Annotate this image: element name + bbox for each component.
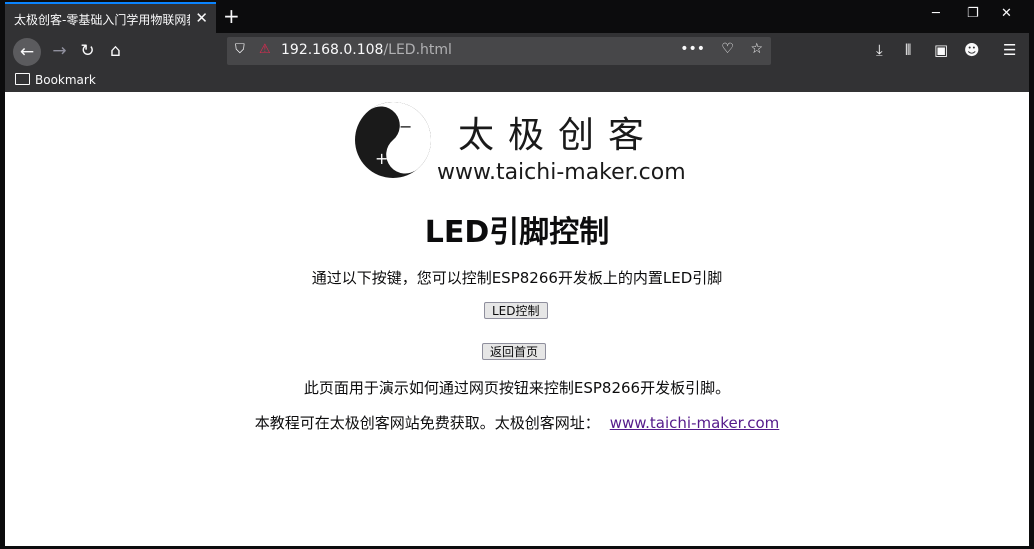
bookmark-star-icon[interactable]: ☆ <box>750 41 763 57</box>
minimize-icon[interactable]: ─ <box>932 6 940 21</box>
bookmark-label: Bookmark <box>35 73 96 87</box>
page-title: LED引脚控制 <box>424 215 610 250</box>
svg-text:−: − <box>399 117 412 136</box>
footer-text: 本教程可在太极创客网站免费获取。太极创客网址： www.taichi-maker.… <box>5 412 1029 433</box>
navigation-toolbar: ← → ↻ ⌂ ⛉ ⚠ 192.168.0.108/LED.html ••• ♡… <box>5 33 1029 70</box>
reload-icon[interactable]: ↻ <box>75 39 100 64</box>
website-link[interactable]: www.taichi-maker.com <box>610 414 780 432</box>
browser-window: 太极创客-零基础入门学用物联网教 ✕ + ─ ❐ ✕ ← → ↻ ⌂ ⛉ ⚠ 1… <box>0 0 1034 549</box>
bookmark-folder[interactable]: Bookmark <box>15 73 96 87</box>
taichi-maker-logo: − + 太极创客 www.taichi-maker.com <box>351 98 697 185</box>
logo-chinese-text: 太极创客 <box>458 115 659 156</box>
insecure-lock-icon[interactable]: ⚠ <box>259 42 271 57</box>
account-icon[interactable]: ☻ <box>964 41 980 59</box>
back-icon[interactable]: ← <box>13 38 41 66</box>
home-icon[interactable]: ⌂ <box>103 39 128 64</box>
tab-strip: 太极创客-零基础入门学用物联网教 ✕ + ─ ❐ ✕ <box>5 2 1029 33</box>
close-tab-icon[interactable]: ✕ <box>195 9 208 27</box>
logo-url-text: www.taichi-maker.com <box>437 160 686 185</box>
url-host: 192.168.0.108 <box>281 42 384 58</box>
sidebar-icon[interactable]: ▣ <box>934 41 948 59</box>
tracking-shield-icon[interactable]: ⛉ <box>235 42 245 57</box>
active-tab[interactable]: 太极创客-零基础入门学用物联网教 ✕ <box>5 2 216 33</box>
bookmarks-toolbar: Bookmark <box>5 70 1029 92</box>
library-icon[interactable]: ⫴ <box>905 41 911 59</box>
new-tab-icon[interactable]: + <box>223 5 240 27</box>
svg-text:+: + <box>375 149 388 168</box>
restore-icon[interactable]: ❐ <box>967 6 979 21</box>
url-path: /LED.html <box>383 42 452 58</box>
intro-text: 通过以下按键，您可以控制ESP8266开发板上的内置LED引脚 <box>311 269 723 287</box>
page-actions-icon[interactable]: ••• <box>680 41 705 57</box>
menu-icon[interactable]: ☰ <box>1003 41 1016 59</box>
return-home-button[interactable]: 返回首页 <box>482 343 547 360</box>
yin-yang-icon: − + <box>355 102 431 178</box>
url-bar[interactable]: ⛉ ⚠ 192.168.0.108/LED.html ••• ♡ ☆ <box>227 37 771 65</box>
footer-label: 本教程可在太极创客网站免费获取。太极创客网址： <box>254 414 600 432</box>
pocket-icon[interactable]: ♡ <box>721 41 734 57</box>
led-control-button[interactable]: LED控制 <box>484 302 548 319</box>
description-text: 此页面用于演示如何通过网页按钮来控制ESP8266开发板引脚。 <box>303 379 731 397</box>
page-content: − + 太极创客 www.taichi-maker.com LED引脚控制 通过… <box>5 92 1029 546</box>
url-text[interactable]: 192.168.0.108/LED.html <box>281 42 452 58</box>
downloads-icon[interactable]: ⤓ <box>876 41 883 59</box>
close-window-icon[interactable]: ✕ <box>1001 6 1012 21</box>
folder-icon <box>15 73 30 85</box>
forward-icon[interactable]: → <box>47 39 72 64</box>
tab-title: 太极创客-零基础入门学用物联网教 <box>14 13 190 27</box>
